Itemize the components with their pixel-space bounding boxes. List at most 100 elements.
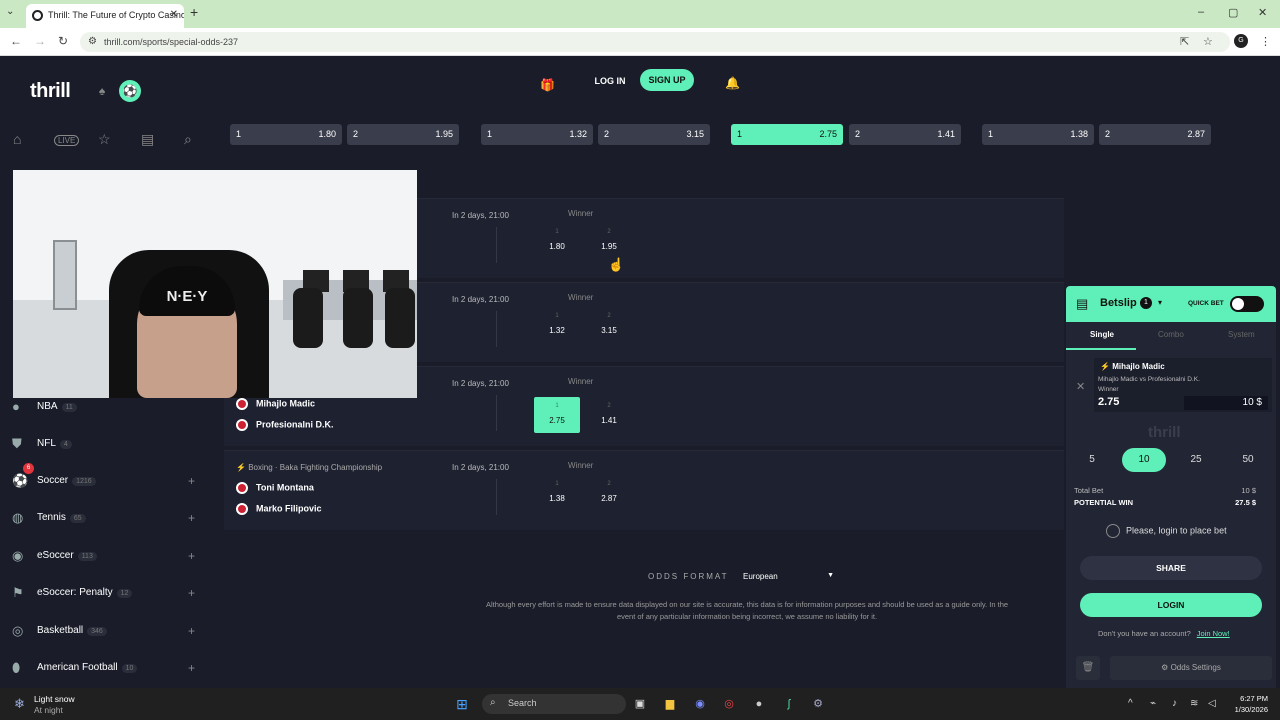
sidebar-item-soccer[interactable]: ⚽ 6 Soccer 1216 + xyxy=(12,463,212,491)
settings-icon[interactable]: ⚙ xyxy=(809,695,827,713)
sidebar-item-nba[interactable]: ● NBA 11 xyxy=(12,397,212,417)
taskbar-search[interactable]: ⌕ Search xyxy=(482,694,626,714)
expand-plus-icon[interactable]: + xyxy=(188,511,195,525)
forward-icon[interactable]: → xyxy=(34,34,46,48)
odds-button[interactable]: 2 2.87 xyxy=(586,475,632,511)
trash-icon[interactable]: 🗑 xyxy=(1076,656,1100,680)
sidebar-item-tennis[interactable]: ◍ Tennis 65 + xyxy=(12,508,212,528)
browser-tab[interactable]: Thrill: The Future of Crypto Casino ✕ xyxy=(26,4,184,28)
chrome-icon[interactable]: ◎ xyxy=(720,695,738,713)
chevron-down-icon[interactable]: ▾ xyxy=(1158,298,1162,307)
network-icon[interactable]: ⌁ xyxy=(1150,698,1156,709)
header-login-button[interactable]: LOG IN xyxy=(590,72,630,90)
back-icon[interactable]: ← xyxy=(10,34,22,48)
soccer-ball-icon: ⚽ xyxy=(12,473,29,488)
sidebar-item-nfl[interactable]: ⛊ NFL 4 xyxy=(12,434,212,454)
site-logo[interactable]: thrill xyxy=(30,80,71,103)
stake-chip-5[interactable]: 5 xyxy=(1070,448,1114,472)
sidebar-item-esoccer[interactable]: ◉ eSoccer 113 + xyxy=(12,546,212,566)
odds-button[interactable]: 2 1.41 xyxy=(586,397,632,433)
notification-bell-icon[interactable]: 🔔 xyxy=(725,76,740,90)
task-view-icon[interactable]: ▣ xyxy=(631,695,649,713)
expand-plus-icon[interactable]: + xyxy=(188,624,195,638)
sidebar-item-esoccer-penalty[interactable]: ⚑ eSoccer: Penalty 12 + xyxy=(12,583,212,603)
site-info-icon[interactable]: ⚙ xyxy=(88,36,97,47)
tab-combo[interactable]: Combo xyxy=(1158,330,1184,339)
profile-avatar[interactable]: G xyxy=(1234,34,1248,48)
site-favicon-icon xyxy=(32,10,43,21)
odds-button[interactable]: 2 3.15 xyxy=(586,307,632,343)
install-app-icon[interactable]: ⇱ xyxy=(1180,35,1189,48)
sidebar-item-basketball[interactable]: ◎ Basketball 346 + xyxy=(12,621,212,641)
tab-search-chevron-icon[interactable]: ⌄ xyxy=(6,6,14,17)
stake-input[interactable]: 10 $ xyxy=(1184,396,1268,410)
volume-icon[interactable]: ◁ xyxy=(1208,698,1216,709)
new-tab-icon[interactable]: + xyxy=(190,4,198,20)
join-now-link[interactable]: Join Now! xyxy=(1197,629,1230,638)
stake-chip-25[interactable]: 25 xyxy=(1174,448,1218,472)
browser-menu-icon[interactable]: ⋮ xyxy=(1260,35,1271,48)
strip-odd-3-b[interactable]: 2 1.41 xyxy=(849,124,961,145)
app-icon[interactable]: ʃ xyxy=(780,695,798,713)
file-explorer-icon[interactable]: ▆ xyxy=(661,695,679,713)
microphone-icon[interactable]: ♪ xyxy=(1172,698,1177,709)
windows-taskbar: ❄ Light snow At night ⊞ ⌕ Search ▣ ▆ ◉ ◎ … xyxy=(0,688,1280,720)
windows-start-icon[interactable]: ⊞ xyxy=(453,695,471,713)
betslip-header[interactable]: ▤ Betslip 1 ▾ QUICK BET xyxy=(1066,286,1276,322)
strip-odd-1-b[interactable]: 2 1.95 xyxy=(347,124,459,145)
strip-odd-4-b[interactable]: 2 2.87 xyxy=(1099,124,1211,145)
odds-format-select[interactable]: European ▼ xyxy=(736,568,840,586)
odds-button[interactable]: 1 1.38 xyxy=(534,475,580,511)
tab-close-icon[interactable]: ✕ xyxy=(170,9,178,20)
odds-button[interactable]: 2 1.95 xyxy=(586,223,632,259)
expand-plus-icon[interactable]: + xyxy=(188,661,195,675)
reload-icon[interactable]: ↻ xyxy=(58,34,68,48)
quick-bet-toggle[interactable] xyxy=(1230,296,1264,312)
gift-icon[interactable]: 🎁 xyxy=(540,78,556,92)
stake-chip-10[interactable]: 10 xyxy=(1122,448,1166,472)
strip-odd-3-a[interactable]: 1 2.75 xyxy=(731,124,843,145)
strip-odd-2-b[interactable]: 2 3.15 xyxy=(598,124,710,145)
expand-plus-icon[interactable]: + xyxy=(188,549,195,563)
betslip-login-button[interactable]: LOGIN xyxy=(1080,593,1262,617)
share-button[interactable]: SHARE xyxy=(1080,556,1262,580)
live-icon[interactable]: LIVE xyxy=(54,135,80,146)
tab-system[interactable]: System xyxy=(1228,330,1255,339)
odds-button[interactable]: 1 1.32 xyxy=(534,307,580,343)
odds-button-selected[interactable]: 1 2.75 xyxy=(534,397,580,433)
favorites-star-icon[interactable]: ☆ xyxy=(98,131,111,148)
expand-plus-icon[interactable]: + xyxy=(188,586,195,600)
divider xyxy=(496,311,497,347)
market-label: Winner xyxy=(568,377,594,386)
bet-selection: ⚡ Mihajlo Madic xyxy=(1100,362,1165,371)
betslip-icon: ▤ xyxy=(1076,296,1089,311)
odds-settings-button[interactable]: ⚙ Odds Settings xyxy=(1110,656,1272,680)
odds-button[interactable]: 1 1.80 xyxy=(534,223,580,259)
sidebar-item-american-football[interactable]: ⬮ American Football 10 + xyxy=(12,658,212,678)
tab-single[interactable]: Single xyxy=(1090,330,1114,339)
strip-odd-2-a[interactable]: 1 1.32 xyxy=(481,124,593,145)
expand-plus-icon[interactable]: + xyxy=(188,474,195,488)
remove-bet-icon[interactable]: ✕ xyxy=(1076,380,1085,393)
strip-odd-4-a[interactable]: 1 1.38 xyxy=(982,124,1094,145)
stake-chip-50[interactable]: 50 xyxy=(1226,448,1270,472)
tray-chevron-icon[interactable]: ^ xyxy=(1128,698,1133,709)
system-clock[interactable]: 6:27 PM 1/30/2026 xyxy=(1224,693,1268,715)
wifi-icon[interactable]: ≋ xyxy=(1190,698,1198,709)
minimize-icon[interactable]: – xyxy=(1198,6,1204,18)
bookmark-star-icon[interactable]: ☆ xyxy=(1203,35,1213,48)
search-icon[interactable]: ⌕ xyxy=(184,131,192,148)
window-close-icon[interactable]: ✕ xyxy=(1258,6,1267,19)
sports-ball-icon[interactable]: ⚽ xyxy=(119,80,141,102)
market-label: Winner xyxy=(568,461,594,470)
poker-chip-icon[interactable]: ♠ xyxy=(91,80,113,102)
header-signup-button[interactable]: SIGN UP xyxy=(640,69,694,91)
home-icon[interactable]: ⌂ xyxy=(13,131,21,147)
bet-history-icon[interactable]: ▤ xyxy=(141,131,154,148)
url-field[interactable]: ⚙ thrill.com/sports/special-odds-237 xyxy=(80,32,1230,52)
discord-icon[interactable]: ◉ xyxy=(691,695,709,713)
maximize-icon[interactable]: ▢ xyxy=(1228,6,1238,19)
bet-match: Mihajlo Madic vs Profesionalni D.K. xyxy=(1098,376,1200,383)
strip-odd-1-a[interactable]: 1 1.80 xyxy=(230,124,342,145)
obs-icon[interactable]: ● xyxy=(750,695,768,713)
